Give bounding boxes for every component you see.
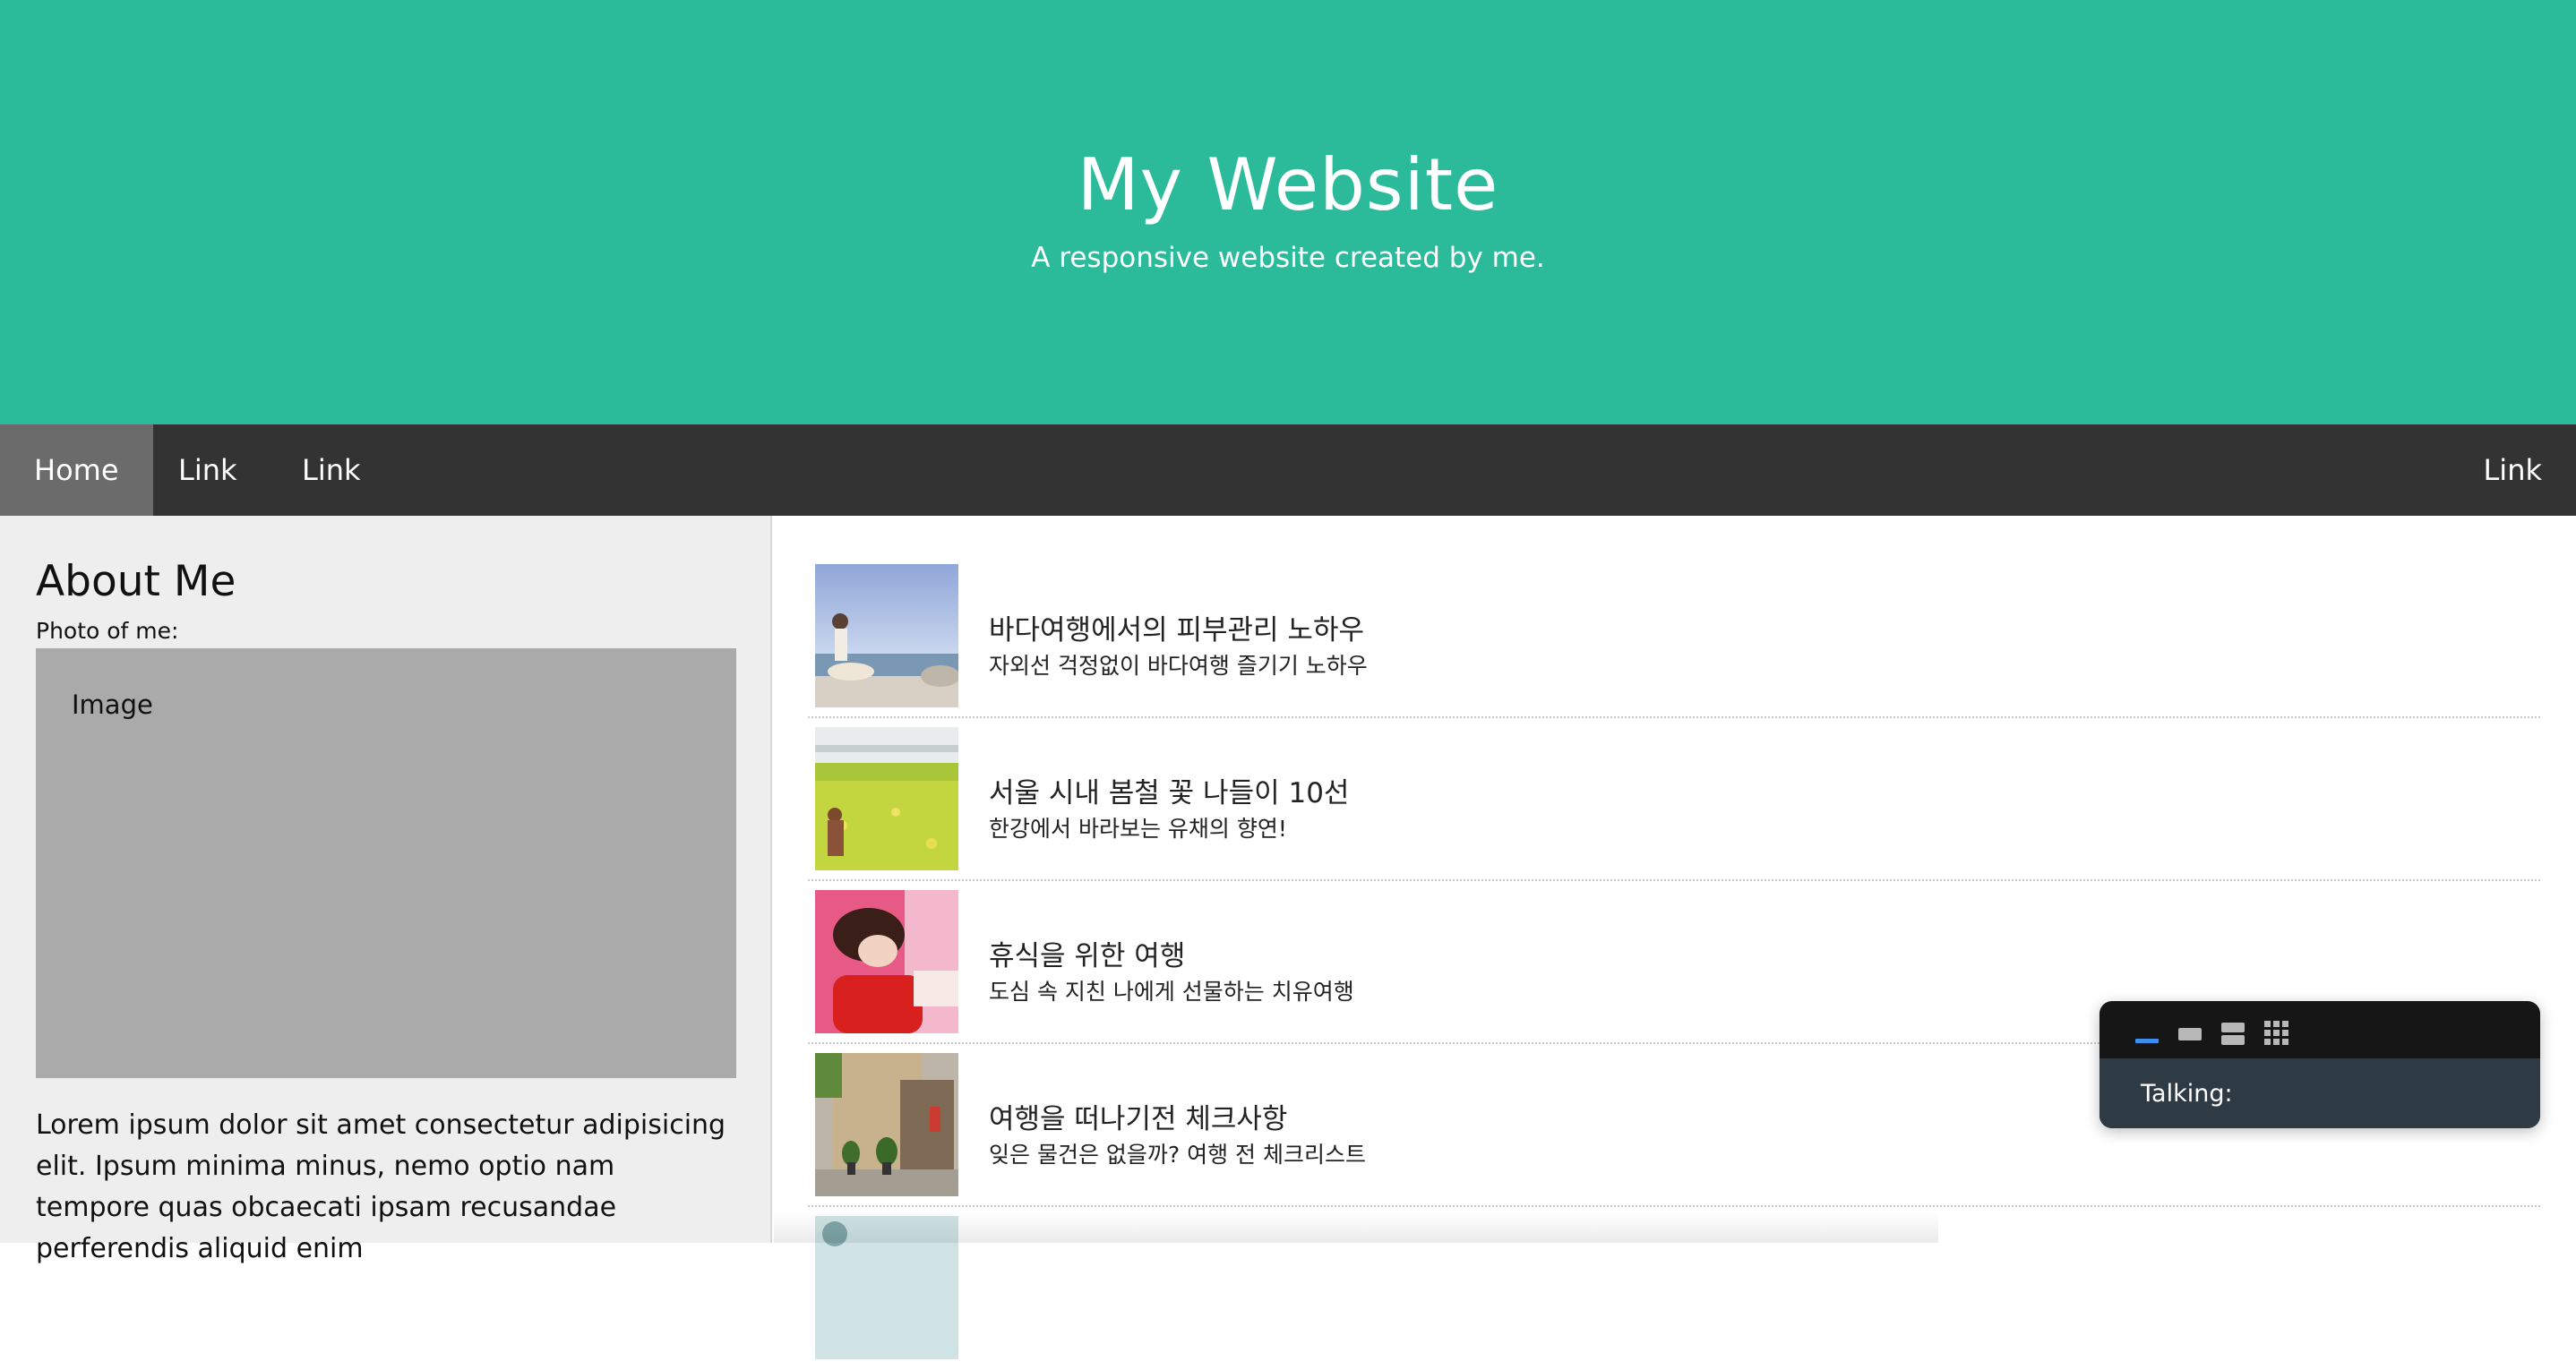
article-desc: 한강에서 바라보는 유채의 향연!	[989, 816, 1287, 842]
photo-label: Photo of me:	[36, 618, 179, 644]
article-title: 휴식을 위한 여행	[989, 940, 1186, 972]
building-plants-photo-icon	[815, 1053, 958, 1196]
beach-photo-icon	[815, 564, 958, 707]
grid-view-icon[interactable]	[2261, 1017, 2293, 1049]
resting-woman-photo-icon	[815, 890, 958, 1033]
article-title: 바다여행에서의 피부관리 노하우	[989, 614, 1364, 646]
nav-item-link-2[interactable]: Link	[268, 424, 395, 516]
article-desc: 도심 속 지친 나에게 선물하는 치유여행	[989, 979, 1354, 1005]
flower-field-photo-icon	[815, 727, 958, 870]
about-text: Lorem ipsum dolor sit amet consectetur a…	[36, 1109, 726, 1264]
site-subtitle: A responsive website created by me.	[1031, 242, 1545, 274]
image-placeholder: Image	[36, 648, 736, 1078]
nav-item-link-1[interactable]: Link	[144, 424, 271, 516]
small-view-icon[interactable]	[2175, 1017, 2207, 1049]
article-title: 여행을 떠나기전 체크사항	[989, 1103, 1288, 1135]
list-item[interactable]: 바다여행에서의 피부관리 노하우 자외선 걱정없이 바다여행 즐기기 노하우	[808, 555, 2540, 718]
site-header: My Website A responsive website created …	[0, 0, 2576, 424]
list-item[interactable]: 서울 시내 봄철 꽃 나들이 10선 한강에서 바라보는 유채의 향연!	[808, 718, 2540, 881]
nav-item-link-right[interactable]: Link	[2449, 424, 2576, 516]
split-view-icon[interactable]	[2218, 1017, 2250, 1049]
site-title: My Website	[1077, 143, 1499, 227]
nav-item-home[interactable]: Home	[0, 424, 153, 516]
article-desc: 잊은 물건은 없을까? 여행 전 체크리스트	[989, 1142, 1367, 1168]
article-list: 바다여행에서의 피부관리 노하우 자외선 걱정없이 바다여행 즐기기 노하우 서…	[774, 516, 2576, 1359]
widget-body: Talking:	[2099, 1058, 2540, 1128]
about-title: About Me	[36, 557, 236, 606]
article-desc: 자외선 걱정없이 바다여행 즐기기 노하우	[989, 653, 1368, 679]
sidebar: About Me Photo of me: Image Lorem ipsum …	[0, 516, 772, 1264]
image-placeholder-label: Image	[72, 689, 153, 720]
partial-photo-icon	[815, 1216, 958, 1359]
talking-label: Talking:	[2141, 1080, 2233, 1108]
article-title: 서울 시내 봄철 꽃 나들이 10선	[989, 777, 1350, 809]
talking-widget: Talking:	[2099, 1001, 2540, 1128]
navbar: Home Link Link Link	[0, 424, 2576, 516]
minimize-icon[interactable]	[2132, 1017, 2164, 1049]
list-item[interactable]	[808, 1207, 2540, 1370]
